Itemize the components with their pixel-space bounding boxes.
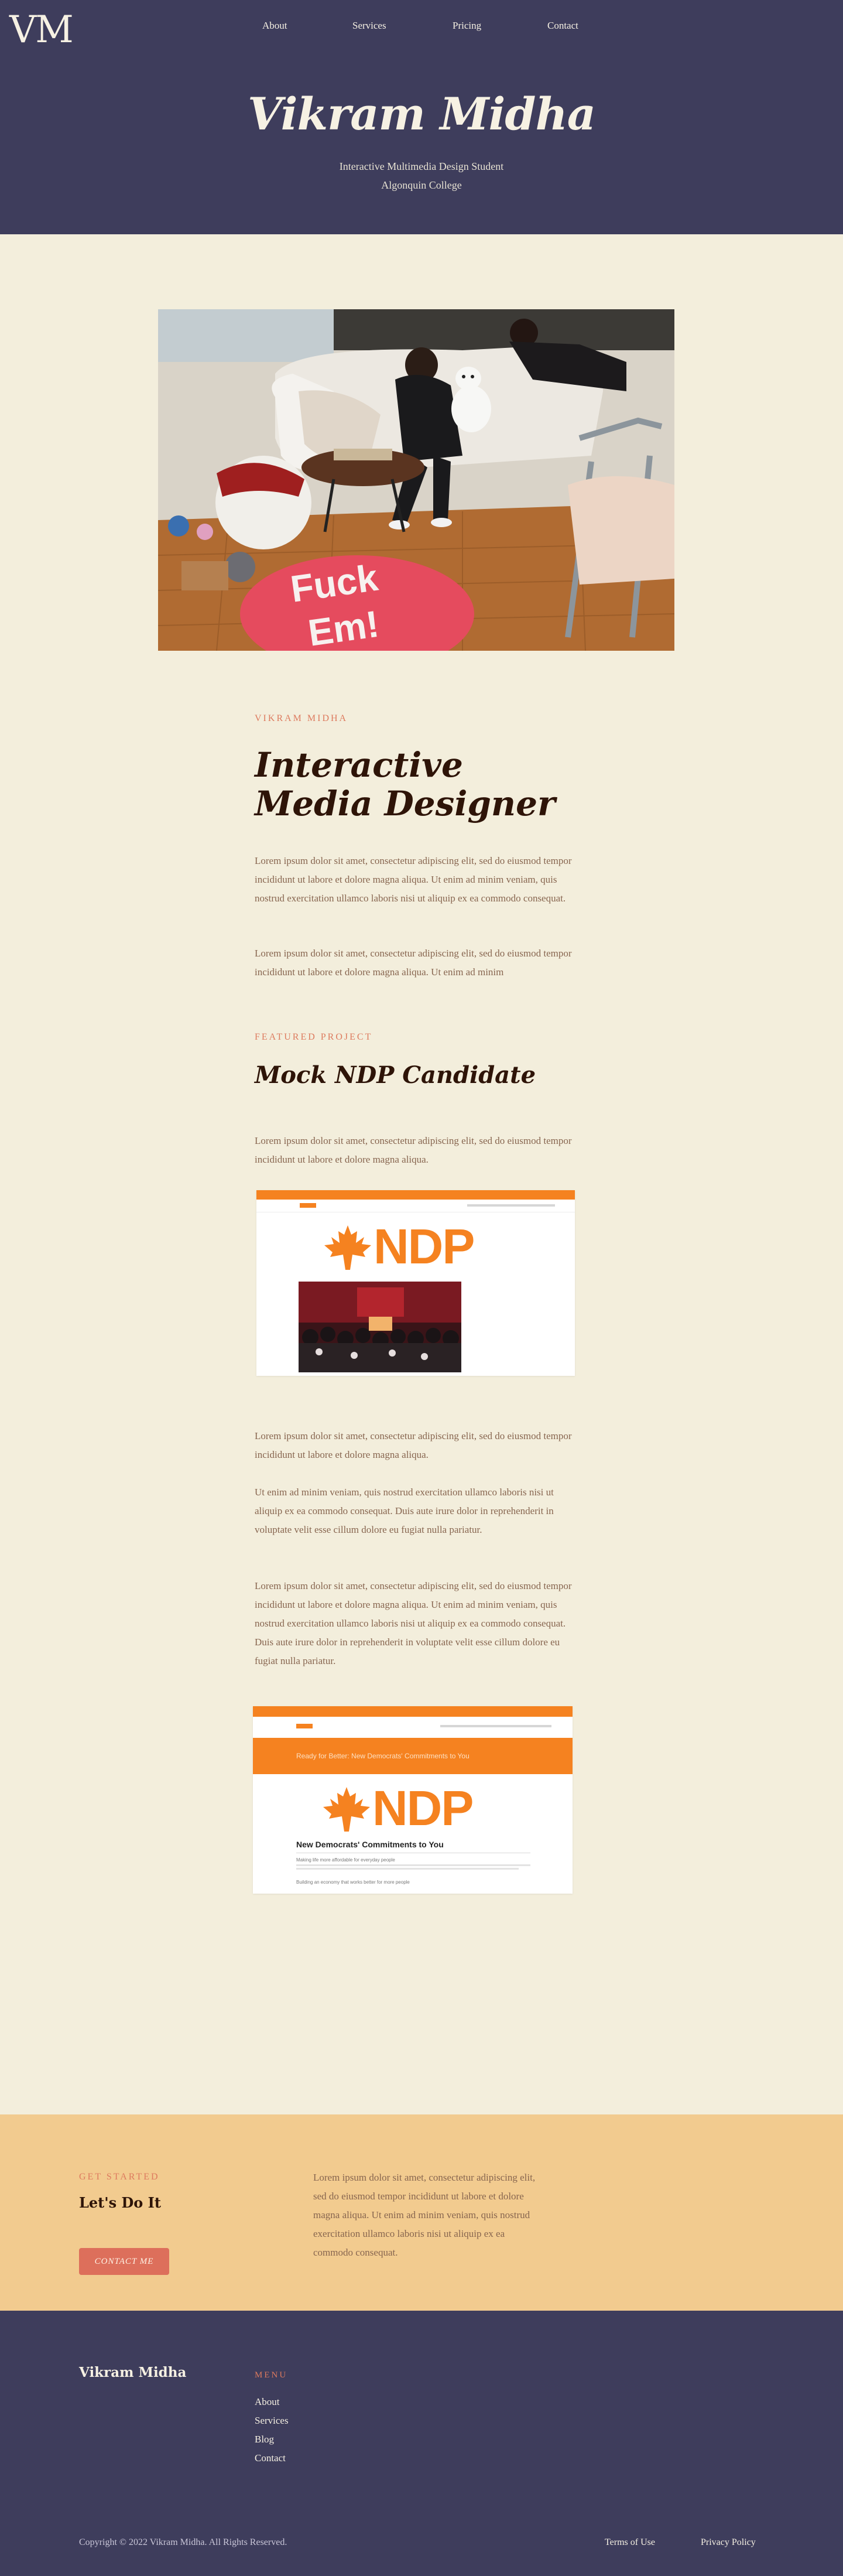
project-paragraph-3: Ut enim ad minim veniam, quis nostrud ex… — [255, 1487, 554, 1535]
rally-photo — [299, 1282, 461, 1372]
screenshot-banner-text: Ready for Better: New Democrats' Commitm… — [296, 1752, 470, 1760]
rally-photo-illustration — [299, 1282, 461, 1372]
screenshot-mini-logo — [296, 1724, 313, 1728]
intro-heading: Interactive Media Designer — [255, 745, 556, 824]
screenshot-item-1: Making life more affordable for everyday… — [296, 1857, 395, 1863]
screenshot-item-1-text-2 — [296, 1868, 519, 1870]
cta-section: GET STARTED Let's Do It CONTACT ME Lorem… — [0, 2114, 843, 2311]
terms-link[interactable]: Terms of Use — [605, 2537, 655, 2548]
screenshot-item-2: Building an economy that works better fo… — [296, 1880, 410, 1885]
ndp-homepage-screenshot: NDP — [256, 1190, 575, 1376]
ndp-wordmark-2: NDP — [372, 1781, 474, 1836]
ndp-logo-1 — [323, 1224, 372, 1273]
project-heading: Mock NDP Candidate — [255, 1061, 536, 1089]
intro-paragraph-2: Lorem ipsum dolor sit amet, consectetur … — [255, 948, 572, 978]
footer-link-contact[interactable]: Contact — [255, 2449, 289, 2468]
footer-link-about[interactable]: About — [255, 2393, 289, 2411]
footer-brand[interactable]: Vikram Midha — [79, 2365, 186, 2380]
screenshot-topbar — [256, 1190, 575, 1200]
portrait-photo-illustration: Fuck Em! — [158, 309, 674, 651]
contact-me-button[interactable]: CONTACT ME — [79, 2248, 169, 2275]
footer-copyright: Copyright © 2022 Vikram Midha. All Right… — [79, 2537, 287, 2547]
screenshot-mini-nav — [440, 1725, 551, 1727]
cta-title: Let's Do It — [79, 2194, 161, 2211]
project-eyebrow: FEATURED PROJECT — [255, 1032, 373, 1042]
project-paragraph-4: Lorem ipsum dolor sit amet, consectetur … — [255, 1580, 572, 1666]
screenshot-banner: Ready for Better: New Democrats' Commitm… — [253, 1738, 573, 1774]
nav-link-pricing[interactable]: Pricing — [453, 20, 481, 32]
main-content: Fuck Em! VIKRAM MIDHA Interactive Media … — [0, 234, 843, 2114]
site-logo[interactable]: VM — [9, 8, 74, 52]
footer-menu-title: MENU — [255, 2370, 288, 2380]
project-paragraph-1: Lorem ipsum dolor sit amet, consectetur … — [255, 1135, 572, 1165]
screenshot-mini-logo — [300, 1203, 316, 1208]
screenshot-nav — [256, 1200, 575, 1212]
hero-title: Vikram Midha — [248, 88, 596, 140]
site-footer: Vikram Midha MENU About Services Blog Co… — [0, 2311, 843, 2576]
screenshot-topbar — [253, 1706, 573, 1717]
hero-subtitle-school: Algonquin College — [381, 179, 462, 191]
nav-link-services[interactable]: Services — [352, 20, 386, 32]
maple-leaf-icon — [324, 1225, 371, 1270]
footer-link-services[interactable]: Services — [255, 2411, 289, 2430]
ndp-wordmark-1: NDP — [373, 1219, 475, 1274]
intro-paragraph-1: Lorem ipsum dolor sit amet, consectetur … — [255, 855, 572, 904]
screenshot-item-1-text — [296, 1864, 530, 1866]
cta-eyebrow: GET STARTED — [79, 2172, 160, 2182]
screenshot-commitments-heading: New Democrats' Commitments to You — [296, 1840, 444, 1849]
nav-link-about[interactable]: About — [262, 20, 287, 32]
cta-text: Lorem ipsum dolor sit amet, consectetur … — [313, 2172, 536, 2258]
project-paragraph-2: Lorem ipsum dolor sit amet, consectetur … — [255, 1430, 572, 1460]
footer-link-blog[interactable]: Blog — [255, 2430, 289, 2449]
portrait-photo: Fuck Em! — [158, 309, 674, 651]
ndp-commitments-screenshot: Ready for Better: New Democrats' Commitm… — [253, 1706, 573, 1894]
site-header: VM About Services Pricing Contact Vikram… — [0, 0, 843, 234]
hero-subtitle-program: Interactive Multimedia Design Student — [339, 160, 504, 172]
privacy-link[interactable]: Privacy Policy — [701, 2537, 756, 2548]
intro-eyebrow: VIKRAM MIDHA — [255, 713, 348, 723]
screenshot-mini-nav — [467, 1204, 555, 1207]
maple-leaf-icon — [323, 1787, 370, 1832]
nav-link-contact[interactable]: Contact — [547, 20, 578, 32]
ndp-logo-2 — [322, 1786, 371, 1835]
footer-menu: About Services Blog Contact — [255, 2393, 289, 2468]
